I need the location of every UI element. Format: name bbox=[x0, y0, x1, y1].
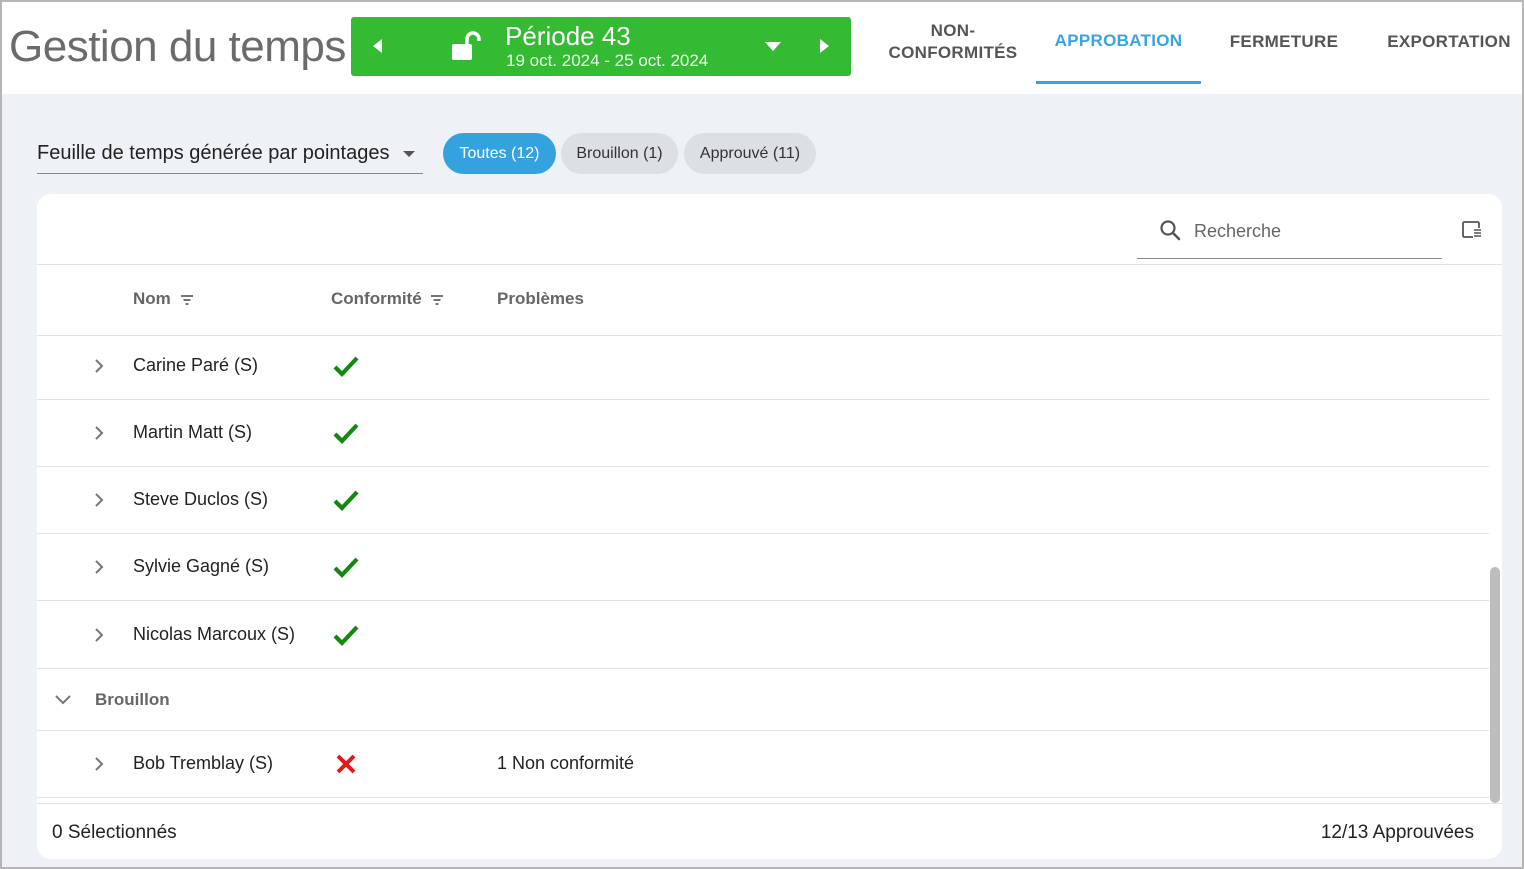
table-row[interactable]: Nicolas Marcoux (S) bbox=[37, 602, 1489, 669]
check-icon bbox=[333, 356, 359, 378]
tab-exportation[interactable]: EXPORTATION bbox=[1380, 0, 1518, 84]
column-header-conformite[interactable]: Conformité bbox=[331, 289, 444, 309]
period-title: Période 43 bbox=[505, 21, 631, 51]
filter-chip-toutes[interactable]: Toutes (12) bbox=[443, 133, 556, 174]
group-label: Brouillon bbox=[95, 690, 170, 709]
check-icon bbox=[333, 490, 359, 512]
employee-name: Sylvie Gagné (S) bbox=[133, 556, 270, 576]
search-box bbox=[1137, 208, 1442, 259]
approval-table-card: Nom Conformité Problèmes Carine Paré (S) bbox=[37, 194, 1502, 859]
app-title: Gestion du temps bbox=[9, 22, 346, 71]
check-icon bbox=[333, 557, 359, 579]
table-row[interactable]: Steve Duclos (S) bbox=[37, 467, 1489, 534]
unlocked-icon[interactable] bbox=[449, 30, 483, 64]
column-header-nom-label: Nom bbox=[133, 289, 171, 308]
table-row[interactable]: Martin Matt (S) bbox=[37, 400, 1489, 467]
period-dates: 19 oct. 2024 - 25 oct. 2024 bbox=[506, 51, 709, 70]
check-icon bbox=[333, 625, 359, 647]
selected-count: 0 Sélectionnés bbox=[52, 822, 177, 843]
search-input[interactable] bbox=[1194, 218, 1434, 244]
chevron-right-icon[interactable] bbox=[92, 753, 108, 775]
previous-period-icon[interactable] bbox=[367, 35, 389, 57]
chevron-right-icon[interactable] bbox=[92, 422, 108, 444]
timesheet-type-value: Feuille de temps générée par pointages bbox=[37, 142, 390, 164]
column-header-problemes: Problèmes bbox=[497, 289, 584, 308]
employee-name: Carine Paré (S) bbox=[133, 355, 259, 375]
filter-icon[interactable] bbox=[180, 294, 194, 306]
chevron-down-icon[interactable] bbox=[53, 692, 73, 708]
table-header: Nom Conformité Problèmes bbox=[37, 264, 1502, 336]
approved-count: 12/13 Approuvées bbox=[1320, 822, 1474, 843]
table-row[interactable]: Carine Paré (S) bbox=[37, 336, 1489, 400]
chevron-right-icon[interactable] bbox=[92, 624, 108, 646]
timesheet-type-select[interactable]: Feuille de temps générée par pointages bbox=[37, 136, 423, 174]
tab-approbation[interactable]: APPROBATION bbox=[1036, 0, 1201, 84]
employee-name: Nicolas Marcoux (S) bbox=[133, 624, 296, 644]
chevron-right-icon[interactable] bbox=[92, 556, 108, 578]
caret-down-icon bbox=[403, 151, 415, 157]
check-icon bbox=[333, 423, 359, 445]
filter-chip-brouillon[interactable]: Brouillon (1) bbox=[561, 133, 678, 174]
column-settings-icon[interactable] bbox=[1461, 219, 1483, 241]
chevron-right-icon[interactable] bbox=[92, 489, 108, 511]
filter-icon[interactable] bbox=[430, 294, 444, 306]
table-body: Carine Paré (S) Martin Matt (S) Steve Du… bbox=[37, 336, 1489, 803]
tab-non-conformites-line1: NON- bbox=[930, 21, 976, 40]
table-row[interactable]: Sylvie Gagné (S) bbox=[37, 534, 1489, 601]
app-header: Gestion du temps Période 43 19 oct. 2024… bbox=[0, 0, 1524, 94]
next-period-icon[interactable] bbox=[813, 35, 835, 57]
tab-non-conformites-line2: CONFORMITÉS bbox=[888, 43, 1018, 62]
problem-text: 1 Non conformité bbox=[497, 753, 635, 773]
employee-name: Martin Matt (S) bbox=[133, 422, 253, 442]
group-row-brouillon[interactable]: Brouillon bbox=[37, 670, 1489, 731]
filter-chip-approuve[interactable]: Approuvé (11) bbox=[684, 133, 816, 174]
period-dropdown-icon[interactable] bbox=[761, 35, 785, 57]
chevron-right-icon[interactable] bbox=[92, 355, 108, 377]
column-header-nom[interactable]: Nom bbox=[133, 289, 194, 309]
employee-name: Bob Tremblay (S) bbox=[133, 753, 274, 773]
cross-icon bbox=[336, 754, 356, 774]
search-icon bbox=[1160, 220, 1181, 241]
table-footer: 0 Sélectionnés 12/13 Approuvées bbox=[37, 803, 1502, 859]
tab-fermeture[interactable]: FERMETURE bbox=[1214, 0, 1354, 84]
employee-name: Steve Duclos (S) bbox=[133, 489, 269, 509]
scrollbar-thumb[interactable] bbox=[1490, 567, 1500, 803]
tab-non-conformites[interactable]: NON- CONFORMITÉS bbox=[878, 0, 1028, 84]
column-header-conformite-label: Conformité bbox=[331, 289, 422, 308]
period-selector: Période 43 19 oct. 2024 - 25 oct. 2024 bbox=[351, 17, 851, 76]
table-row[interactable]: Bob Tremblay (S) 1 Non conformité bbox=[37, 731, 1489, 798]
